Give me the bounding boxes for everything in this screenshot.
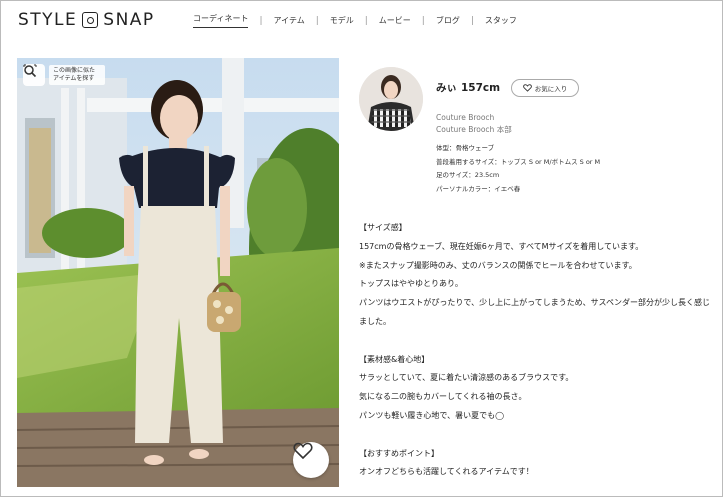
model-specs: 体型：骨格ウェーブ 普段着用するサイズ：トップス S or M/ボトムス S o… [436, 142, 600, 196]
shop-info: Couture Brooch Couture Brooch 本部 [436, 112, 512, 136]
spec-body-type: 体型：骨格ウェーブ [436, 144, 495, 152]
nav-item-model[interactable]: モデル [330, 15, 354, 26]
nav-item-item[interactable]: アイテム [274, 15, 305, 26]
size-line: 157cmの骨格ウェーブ、現在妊娠6ヶ月で、すべてMサイズを着用しています。 [359, 241, 644, 251]
material-line: パンツも軽い履き心地で、暑い夏でも◯ [359, 410, 505, 420]
find-similar-label-line2: アイテムを探す [53, 75, 95, 82]
nav-separator: | [421, 15, 425, 26]
nav-item-movie[interactable]: ムービー [379, 15, 411, 26]
nav-item-coordinate[interactable]: コーディネート [193, 13, 249, 28]
model-name[interactable]: みぃ [436, 82, 457, 94]
point-heading: 【おすすめポイント】 [359, 448, 439, 458]
material-line: サラッとしていて、夏に着たい清涼感のあるブラウスです。 [359, 373, 574, 383]
camera-icon [82, 12, 99, 28]
heart-icon [522, 84, 532, 92]
nav-item-staff[interactable]: スタッフ [485, 15, 517, 26]
shop-brand[interactable]: Couture Brooch [436, 112, 512, 124]
nav-separator: | [315, 15, 319, 26]
find-similar-items[interactable]: この画像に似た アイテムを探す [23, 64, 105, 86]
model-height: 157cm [461, 82, 501, 94]
photo-favorite-button[interactable] [293, 442, 329, 478]
site-logo[interactable]: STYLE SNAP [18, 10, 155, 30]
spec-usual-size: 普段着用するサイズ：トップス S or M/ボトムス S or M [436, 157, 601, 166]
size-line: ※またスナップ撮影時のみ、丈のバランスの関係でヒールを合わせています。 [359, 260, 637, 270]
nav-separator: | [259, 15, 263, 26]
coordinate-photo[interactable]: この画像に似た アイテムを探す [17, 58, 339, 487]
spec-foot-size: 足のサイズ：23.5cm [436, 171, 500, 179]
spec-personal-color: パーソナルカラー：イエベ春 [436, 184, 521, 193]
main-nav: コーディネート | アイテム | モデル | ムービー | ブログ | スタッフ [193, 13, 517, 28]
nav-separator: | [364, 15, 368, 26]
point-line: オンオフどちらも活躍してくれるアイテムです！ [359, 467, 534, 477]
shop-store[interactable]: Couture Brooch 本部 [436, 124, 512, 136]
favorite-button[interactable]: お気に入り [511, 79, 579, 97]
coordinate-photo-image [17, 58, 339, 487]
model-name-line: みぃ 157cm [436, 80, 500, 95]
model-avatar[interactable] [359, 67, 423, 131]
nav-item-blog[interactable]: ブログ [436, 15, 460, 26]
logo-text-left: STYLE [18, 10, 78, 30]
material-line: 気になる二の腕もカバーしてくれる袖の長さ。 [359, 392, 527, 402]
size-line: パンツはウエストがぴったりで、少し上に上がってしまうため、サスペンダー部分が少し… [359, 298, 710, 326]
staff-comment: 【サイズ感】 157cmの骨格ウェーブ、現在妊娠6ヶ月で、すべてMサイズを着用し… [359, 219, 714, 482]
size-line: トップスはややゆとりあり。 [359, 279, 463, 289]
find-similar-label-line1: この画像に似た [53, 67, 96, 74]
size-heading: 【サイズ感】 [359, 223, 407, 232]
material-heading: 【素材感&着心地】 [359, 354, 430, 364]
heart-icon [293, 442, 313, 460]
logo-text-right: SNAP [103, 10, 155, 30]
favorite-button-label: お気に入り [534, 85, 568, 93]
nav-separator: | [470, 15, 474, 26]
search-icon [23, 64, 45, 86]
find-similar-label: この画像に似た アイテムを探す [49, 65, 105, 85]
